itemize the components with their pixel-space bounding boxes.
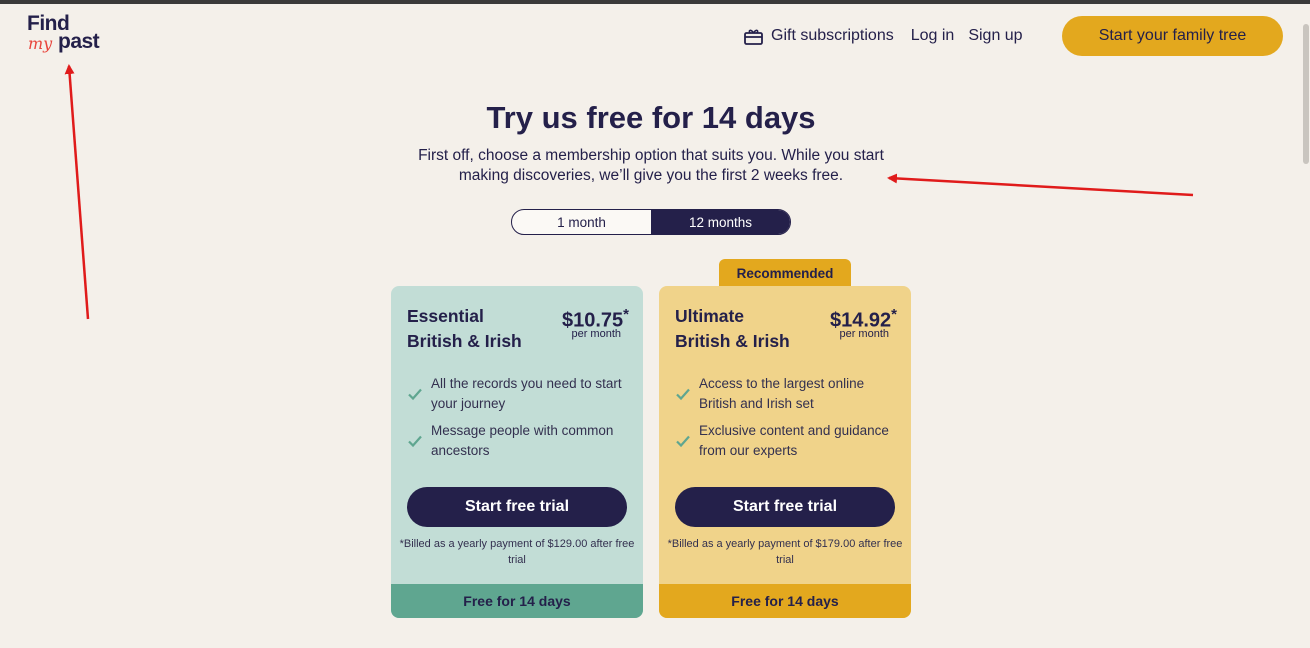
free-trial-footer: Free for 14 days (659, 584, 911, 618)
toggle-12-months[interactable]: 12 months (651, 210, 790, 234)
plan-name: Ultimate British & Irish (675, 304, 790, 354)
plan-name-line1: Essential (407, 306, 484, 326)
feature-text: Access to the largest online British and… (699, 376, 865, 411)
check-icon (676, 388, 690, 401)
feature-text: Message people with common ancestors (431, 423, 614, 458)
login-link[interactable]: Log in (911, 27, 955, 45)
start-free-trial-button-ultimate[interactable]: Start free trial (675, 487, 895, 527)
recommended-badge: Recommended (719, 259, 851, 287)
feature-list: All the records you need to start your j… (407, 374, 629, 468)
gift-subscriptions-link[interactable]: Gift subscriptions (744, 27, 894, 45)
signup-link[interactable]: Sign up (968, 27, 1022, 45)
toggle-1-month[interactable]: 1 month (512, 210, 651, 234)
feature-item: Message people with common ancestors (407, 421, 629, 461)
findmypast-logo[interactable]: Find my past (27, 12, 117, 58)
gift-subscriptions-label: Gift subscriptions (771, 27, 894, 44)
billing-period-toggle: 1 month 12 months (511, 209, 791, 235)
gift-icon (744, 29, 763, 45)
start-family-tree-button[interactable]: Start your family tree (1062, 16, 1283, 56)
page-subtitle: First off, choose a membership option th… (418, 147, 884, 184)
annotation-arrows (64, 64, 1194, 320)
plan-price-period: per month (839, 328, 889, 340)
check-icon (408, 435, 422, 448)
check-icon (676, 435, 690, 448)
start-free-trial-button-essential[interactable]: Start free trial (407, 487, 627, 527)
plan-name-line2: British & Irish (407, 331, 522, 351)
plan-name-line1: Ultimate (675, 306, 745, 326)
price-asterisk: * (891, 306, 897, 323)
browser-top-border (0, 0, 1310, 4)
scrollbar-thumb[interactable] (1303, 24, 1309, 164)
page-title: Try us free for 14 days (486, 100, 816, 135)
feature-item: Exclusive content and guidance from our … (675, 421, 897, 461)
plan-name: Essential British & Irish (407, 304, 522, 354)
top-nav: Gift subscriptions Log in Sign up (744, 16, 1023, 56)
annotation-arrow-subtitle (887, 173, 1194, 197)
plan-name-line2: British & Irish (675, 331, 790, 351)
feature-item: All the records you need to start your j… (407, 374, 629, 414)
feature-text: Exclusive content and guidance from our … (699, 423, 889, 458)
check-icon (408, 388, 422, 401)
plan-card-ultimate: Ultimate British & Irish $14.92* per mon… (659, 286, 911, 618)
logo-past-text: past (58, 30, 100, 53)
free-trial-footer: Free for 14 days (391, 584, 643, 618)
feature-list: Access to the largest online British and… (675, 374, 897, 468)
page-scrollbar[interactable] (1300, 4, 1310, 648)
price-asterisk: * (623, 306, 629, 323)
plan-card-essential: Essential British & Irish $10.75* per mo… (391, 286, 643, 618)
billing-note: *Billed as a yearly payment of $129.00 a… (399, 538, 635, 566)
feature-item: Access to the largest online British and… (675, 374, 897, 414)
feature-text: All the records you need to start your j… (431, 376, 622, 411)
billing-note: *Billed as a yearly payment of $179.00 a… (667, 538, 903, 566)
plan-price-period: per month (571, 328, 621, 340)
logo-my-text: my (28, 34, 53, 53)
